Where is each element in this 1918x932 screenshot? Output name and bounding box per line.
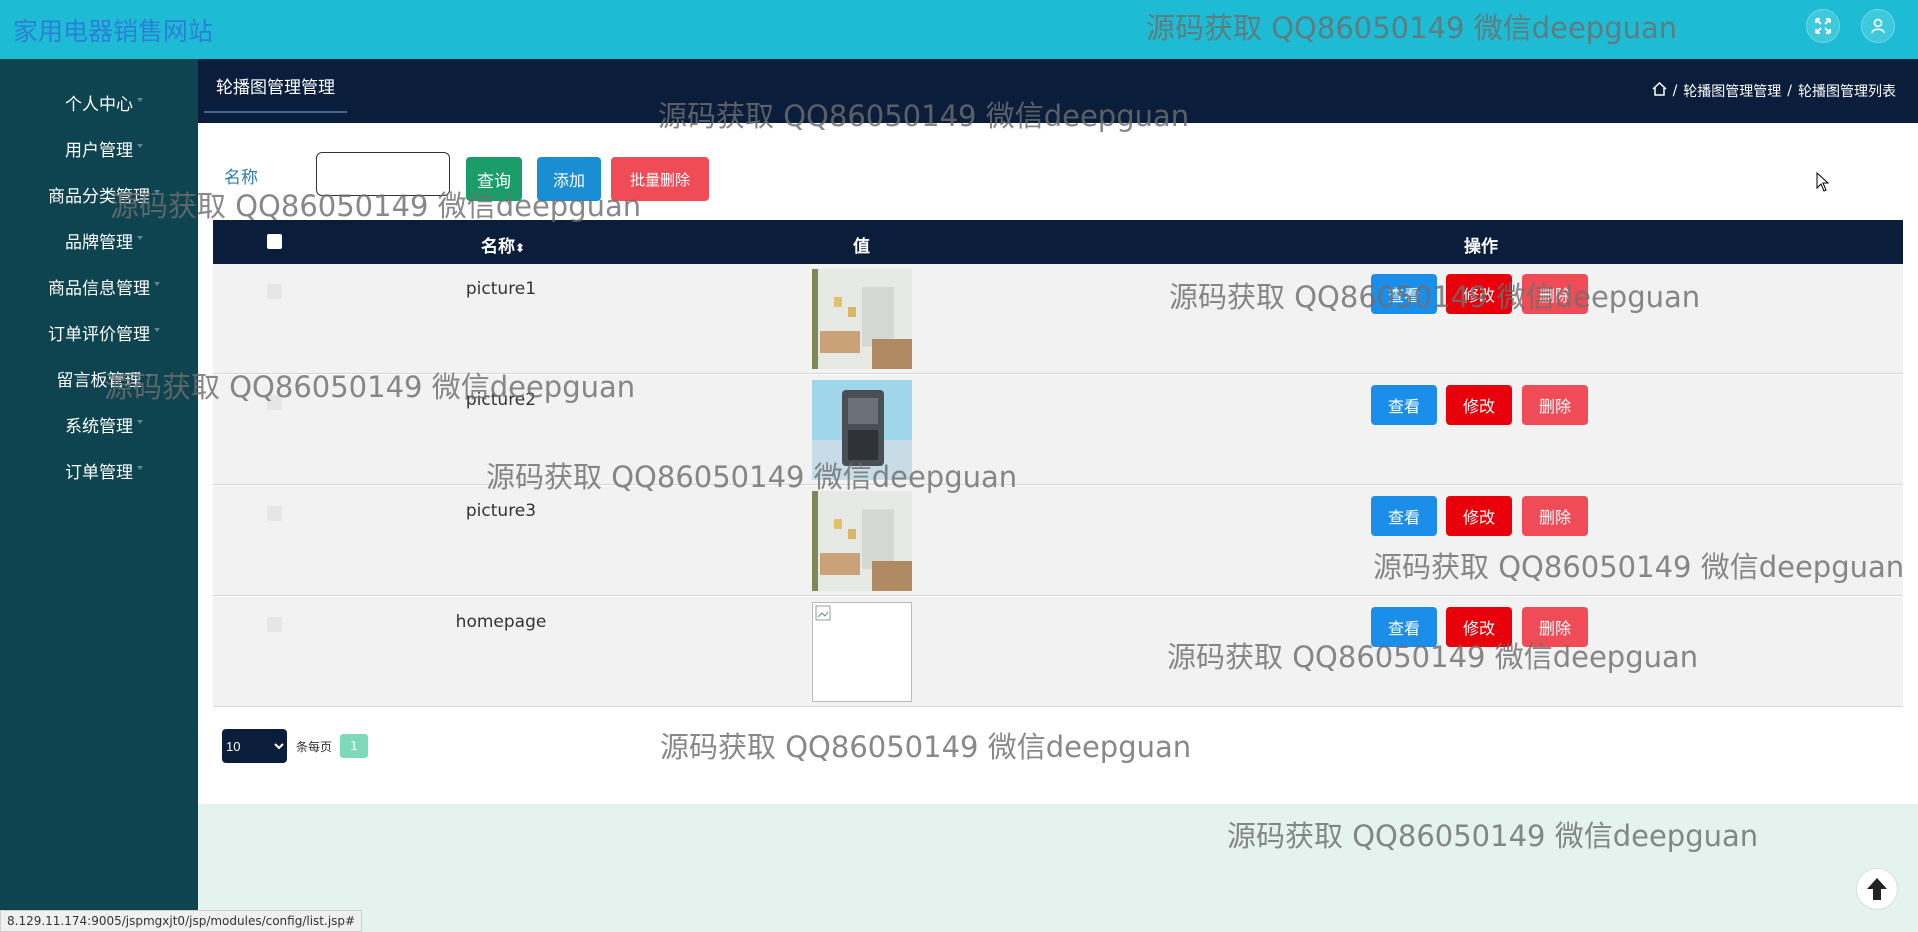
- chevron-down-icon: [154, 327, 160, 332]
- breadcrumb-item[interactable]: 轮播图管理管理: [1683, 81, 1781, 101]
- table-row: picture1 查看 修改 删除: [213, 264, 1903, 374]
- search-label: 名称: [224, 168, 258, 188]
- chevron-down-icon: [154, 281, 160, 286]
- edit-button[interactable]: 修改: [1446, 607, 1512, 647]
- sidebar-item-orders[interactable]: 订单管理: [0, 450, 198, 490]
- row-checkbox[interactable]: [267, 395, 282, 410]
- chevron-down-icon: [137, 465, 143, 470]
- page-size-select[interactable]: 10: [222, 729, 287, 763]
- status-bar-url: 8.129.11.174:9005/jspmgxjt0/jsp/modules/…: [0, 910, 363, 932]
- sidebar-item-personal-center[interactable]: 个人中心: [0, 82, 198, 122]
- sidebar-item-category[interactable]: 商品分类管理: [0, 174, 198, 214]
- edit-button[interactable]: 修改: [1446, 385, 1512, 425]
- sidebar-item-label: 商品信息管理: [48, 278, 150, 299]
- edit-button[interactable]: 修改: [1446, 274, 1512, 314]
- row-image: [812, 269, 912, 369]
- view-button[interactable]: 查看: [1371, 496, 1437, 536]
- row-name: picture3: [465, 501, 537, 521]
- column-header-name[interactable]: 名称⬍: [481, 232, 525, 257]
- row-image: [812, 380, 912, 480]
- row-name: picture1: [465, 279, 537, 299]
- select-all-checkbox[interactable]: [267, 234, 282, 249]
- sidebar-item-label: 商品分类管理: [48, 186, 150, 207]
- table-row: picture2 查看 修改 删除: [213, 375, 1903, 485]
- chevron-down-icon: [137, 235, 143, 240]
- delete-button[interactable]: 删除: [1522, 385, 1588, 425]
- sidebar-item-label: 留言板管理: [56, 370, 142, 391]
- chevron-down-icon: [137, 97, 143, 102]
- row-checkbox[interactable]: [267, 506, 282, 521]
- chevron-down-icon: [145, 373, 152, 378]
- chevron-down-icon: [154, 189, 160, 194]
- sidebar-item-label: 个人中心: [65, 94, 133, 115]
- sidebar-item-users[interactable]: 用户管理: [0, 128, 198, 168]
- edit-button[interactable]: 修改: [1446, 496, 1512, 536]
- chevron-down-icon: [137, 419, 143, 424]
- top-bar: 家用电器销售网站: [0, 0, 1918, 59]
- view-button[interactable]: 查看: [1371, 385, 1437, 425]
- bulk-delete-button[interactable]: 批量删除: [611, 157, 709, 201]
- breadcrumb-item: 轮播图管理列表: [1798, 84, 1896, 100]
- sidebar-item-brand[interactable]: 品牌管理: [0, 220, 198, 260]
- scroll-top-button[interactable]: [1856, 868, 1898, 910]
- mouse-cursor-icon: [1816, 171, 1830, 196]
- row-image: [812, 491, 912, 591]
- query-button[interactable]: 查询: [466, 157, 522, 201]
- table-header: 名称⬍ 值 操作: [213, 220, 1903, 264]
- sidebar-item-system[interactable]: 系统管理: [0, 404, 198, 444]
- sidebar-item-label: 品牌管理: [65, 232, 133, 253]
- broken-image-icon: [812, 602, 912, 702]
- page-title: 轮播图管理管理: [204, 59, 347, 113]
- row-checkbox[interactable]: [267, 617, 282, 632]
- watermark: 源码获取 QQ86050149 微信deepguan: [1227, 819, 1759, 853]
- per-page-label: 条每页: [296, 740, 333, 754]
- sidebar-item-label: 系统管理: [65, 416, 133, 437]
- table-row: picture3 查看 修改 删除: [213, 486, 1903, 596]
- arrow-up-icon: [1867, 878, 1887, 900]
- add-button[interactable]: 添加: [537, 157, 601, 201]
- row-name: picture2: [465, 390, 537, 410]
- view-button[interactable]: 查看: [1371, 607, 1437, 647]
- breadcrumb: / 轮播图管理管理 / 轮播图管理列表: [1652, 81, 1896, 101]
- sidebar-item-message-board[interactable]: 留言板管理: [0, 358, 198, 398]
- sidebar: 个人中心 用户管理 商品分类管理 品牌管理 商品信息管理 订单评价管理 留言板管…: [0, 59, 198, 932]
- user-icon[interactable]: [1861, 9, 1895, 43]
- column-header-label: 名称: [481, 237, 515, 257]
- search-input[interactable]: [316, 152, 450, 196]
- fullscreen-icon[interactable]: [1806, 9, 1840, 43]
- row-name: homepage: [455, 612, 547, 632]
- sidebar-item-order-review[interactable]: 订单评价管理: [0, 312, 198, 352]
- column-header-value: 值: [853, 237, 870, 257]
- sidebar-item-label: 订单管理: [65, 462, 133, 483]
- view-button[interactable]: 查看: [1371, 274, 1437, 314]
- delete-button[interactable]: 删除: [1522, 496, 1588, 536]
- sidebar-item-product-info[interactable]: 商品信息管理: [0, 266, 198, 306]
- table-row: homepage 查看 修改 删除: [213, 597, 1903, 707]
- breadcrumb-separator: /: [1672, 83, 1678, 99]
- chevron-down-icon: [137, 143, 143, 148]
- site-title: 家用电器销售网站: [13, 17, 214, 46]
- breadcrumb-separator: /: [1787, 83, 1792, 99]
- delete-button[interactable]: 删除: [1522, 607, 1588, 647]
- sort-icon[interactable]: ⬍: [515, 241, 525, 255]
- page-button[interactable]: 1: [340, 734, 368, 758]
- sidebar-item-label: 订单评价管理: [48, 324, 150, 345]
- header-bar: 轮播图管理管理 / 轮播图管理管理 / 轮播图管理列表: [198, 59, 1918, 123]
- column-header-actions: 操作: [1464, 237, 1498, 257]
- delete-button[interactable]: 删除: [1522, 274, 1588, 314]
- home-icon[interactable]: [1652, 81, 1667, 100]
- row-checkbox[interactable]: [267, 284, 282, 299]
- sidebar-item-label: 用户管理: [65, 140, 133, 161]
